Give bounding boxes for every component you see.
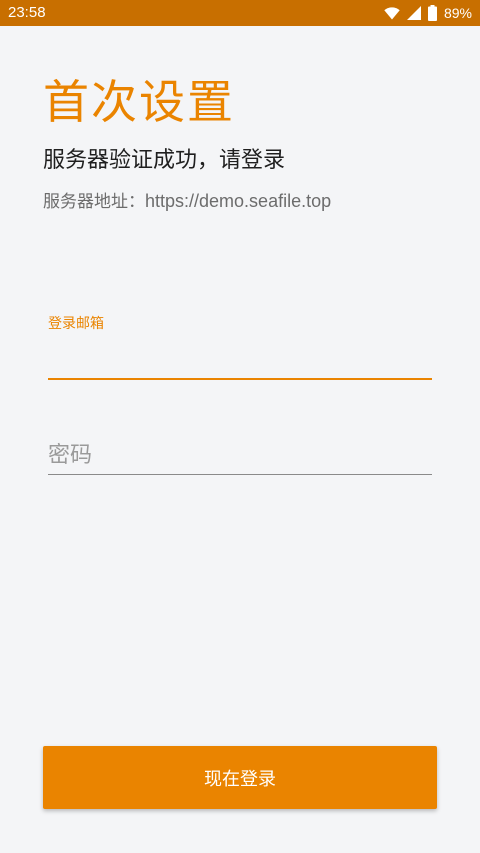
battery-icon [427, 5, 437, 21]
server-address-label: 服务器地址： [43, 192, 145, 212]
password-field[interactable] [48, 436, 432, 475]
email-field-label: 登录邮箱 [48, 316, 104, 332]
signal-icon [406, 6, 421, 20]
email-field[interactable] [48, 340, 432, 380]
page-title: 首次设置 [43, 75, 235, 129]
wifi-icon [384, 6, 400, 20]
server-address-url: https://demo.seafile.top [145, 191, 332, 211]
status-bar: 23:58 89% [0, 0, 480, 26]
battery-percentage: 89% [443, 5, 472, 21]
login-button[interactable]: 现在登录 [43, 746, 437, 809]
page-subtitle: 服务器验证成功，请登录 [43, 148, 286, 173]
server-address: 服务器地址：https://demo.seafile.top [43, 188, 331, 215]
status-icons: 89% [384, 4, 472, 22]
status-time: 23:58 [8, 4, 46, 21]
